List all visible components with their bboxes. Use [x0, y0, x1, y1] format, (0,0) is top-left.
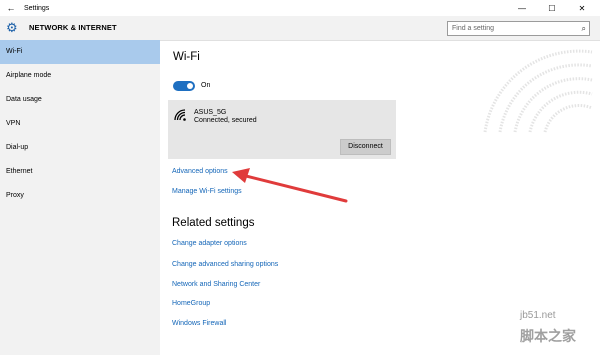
network-status: Connected, secured [194, 117, 257, 124]
change-advanced-sharing-link[interactable]: Change advanced sharing options [172, 261, 278, 268]
wifi-toggle[interactable] [173, 81, 195, 91]
toggle-label: On [201, 82, 211, 89]
network-card[interactable]: ASUS_5G Connected, secured Disconnect [168, 100, 396, 159]
windows-firewall-link[interactable]: Windows Firewall [172, 320, 226, 327]
maximize-icon: ☐ [548, 3, 556, 13]
wifi-signal-icon [174, 109, 186, 121]
maximize-button[interactable]: ☐ [538, 0, 566, 16]
sidebar-item-proxy[interactable]: Proxy [0, 184, 160, 208]
section-title: NETWORK & INTERNET [29, 23, 117, 32]
network-sharing-center-link[interactable]: Network and Sharing Center [172, 281, 260, 288]
page-title: Wi-Fi [173, 51, 200, 63]
close-icon: ✕ [578, 3, 586, 13]
search-input[interactable]: Find a setting ⌕ [447, 21, 590, 36]
related-settings-title: Related settings [172, 217, 255, 229]
sidebar-item-wifi[interactable]: Wi-Fi [0, 40, 160, 64]
close-button[interactable]: ✕ [568, 0, 596, 16]
sidebar-item-dial-up[interactable]: Dial-up [0, 136, 160, 160]
sidebar-item-data-usage[interactable]: Data usage [0, 88, 160, 112]
minimize-icon: — [518, 3, 526, 13]
minimize-button[interactable]: — [508, 0, 536, 16]
window-title: Settings [24, 4, 50, 12]
toggle-knob [187, 83, 193, 89]
gear-icon: ⚙ [6, 20, 18, 35]
search-icon[interactable]: ⌕ [582, 22, 586, 35]
red-arrow-annotation [232, 168, 348, 203]
watermark-logo: 脚本之家 [520, 328, 576, 344]
network-ssid: ASUS_5G [194, 109, 227, 116]
wifi-decoration-graphic [483, 49, 593, 133]
sidebar: Wi-Fi Airplane mode Data usage VPN Dial-… [0, 40, 160, 355]
back-arrow-icon[interactable]: ← [0, 3, 22, 13]
sidebar-item-airplane-mode[interactable]: Airplane mode [0, 64, 160, 88]
sidebar-item-vpn[interactable]: VPN [0, 112, 160, 136]
advanced-options-link[interactable]: Advanced options [172, 168, 228, 175]
search-placeholder: Find a setting [452, 25, 495, 32]
change-adapter-options-link[interactable]: Change adapter options [172, 240, 247, 247]
watermark-site: jb51.net [520, 310, 556, 321]
homegroup-link[interactable]: HomeGroup [172, 300, 210, 307]
sidebar-item-ethernet[interactable]: Ethernet [0, 160, 160, 184]
disconnect-button[interactable]: Disconnect [340, 139, 391, 155]
